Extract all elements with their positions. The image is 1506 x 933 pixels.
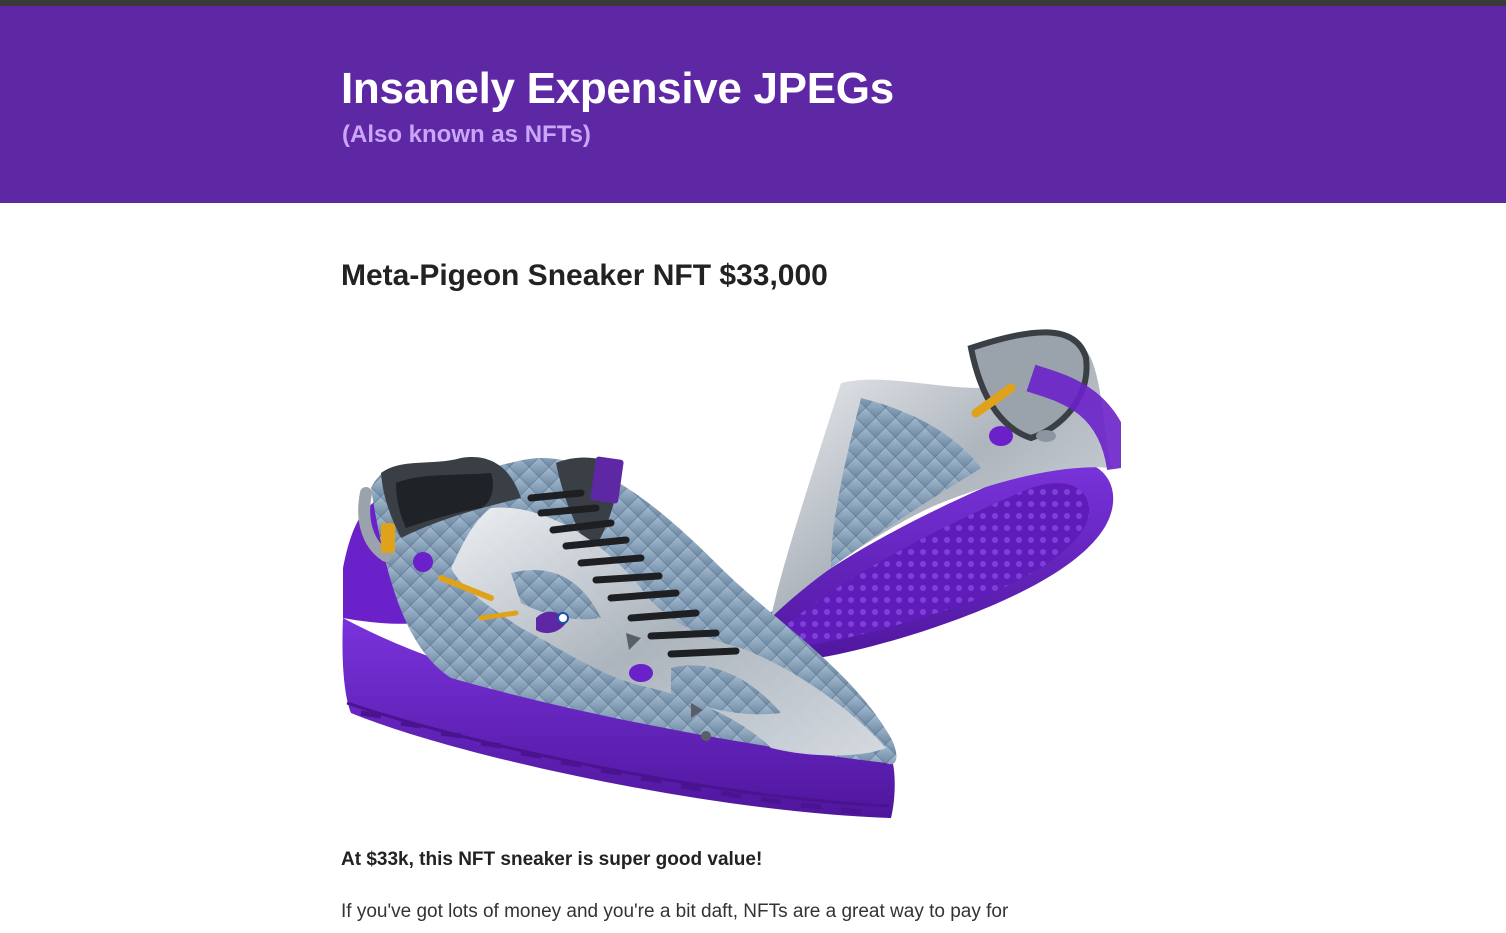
back-sneaker-graphic bbox=[746, 329, 1121, 664]
article-lead: At $33k, this NFT sneaker is super good … bbox=[341, 849, 763, 870]
site-title: Insanely Expensive JPEGs bbox=[341, 64, 894, 113]
sneaker-nft-image bbox=[341, 318, 1121, 830]
article-body: If you've got lots of money and you're a… bbox=[341, 901, 1009, 922]
page-header: Insanely Expensive JPEGs (Also known as … bbox=[0, 6, 1506, 203]
sneaker-illustration bbox=[342, 329, 1121, 818]
site-subtitle: (Also known as NFTs) bbox=[342, 121, 591, 148]
article-title: Meta-Pigeon Sneaker NFT $33,000 bbox=[341, 259, 828, 292]
